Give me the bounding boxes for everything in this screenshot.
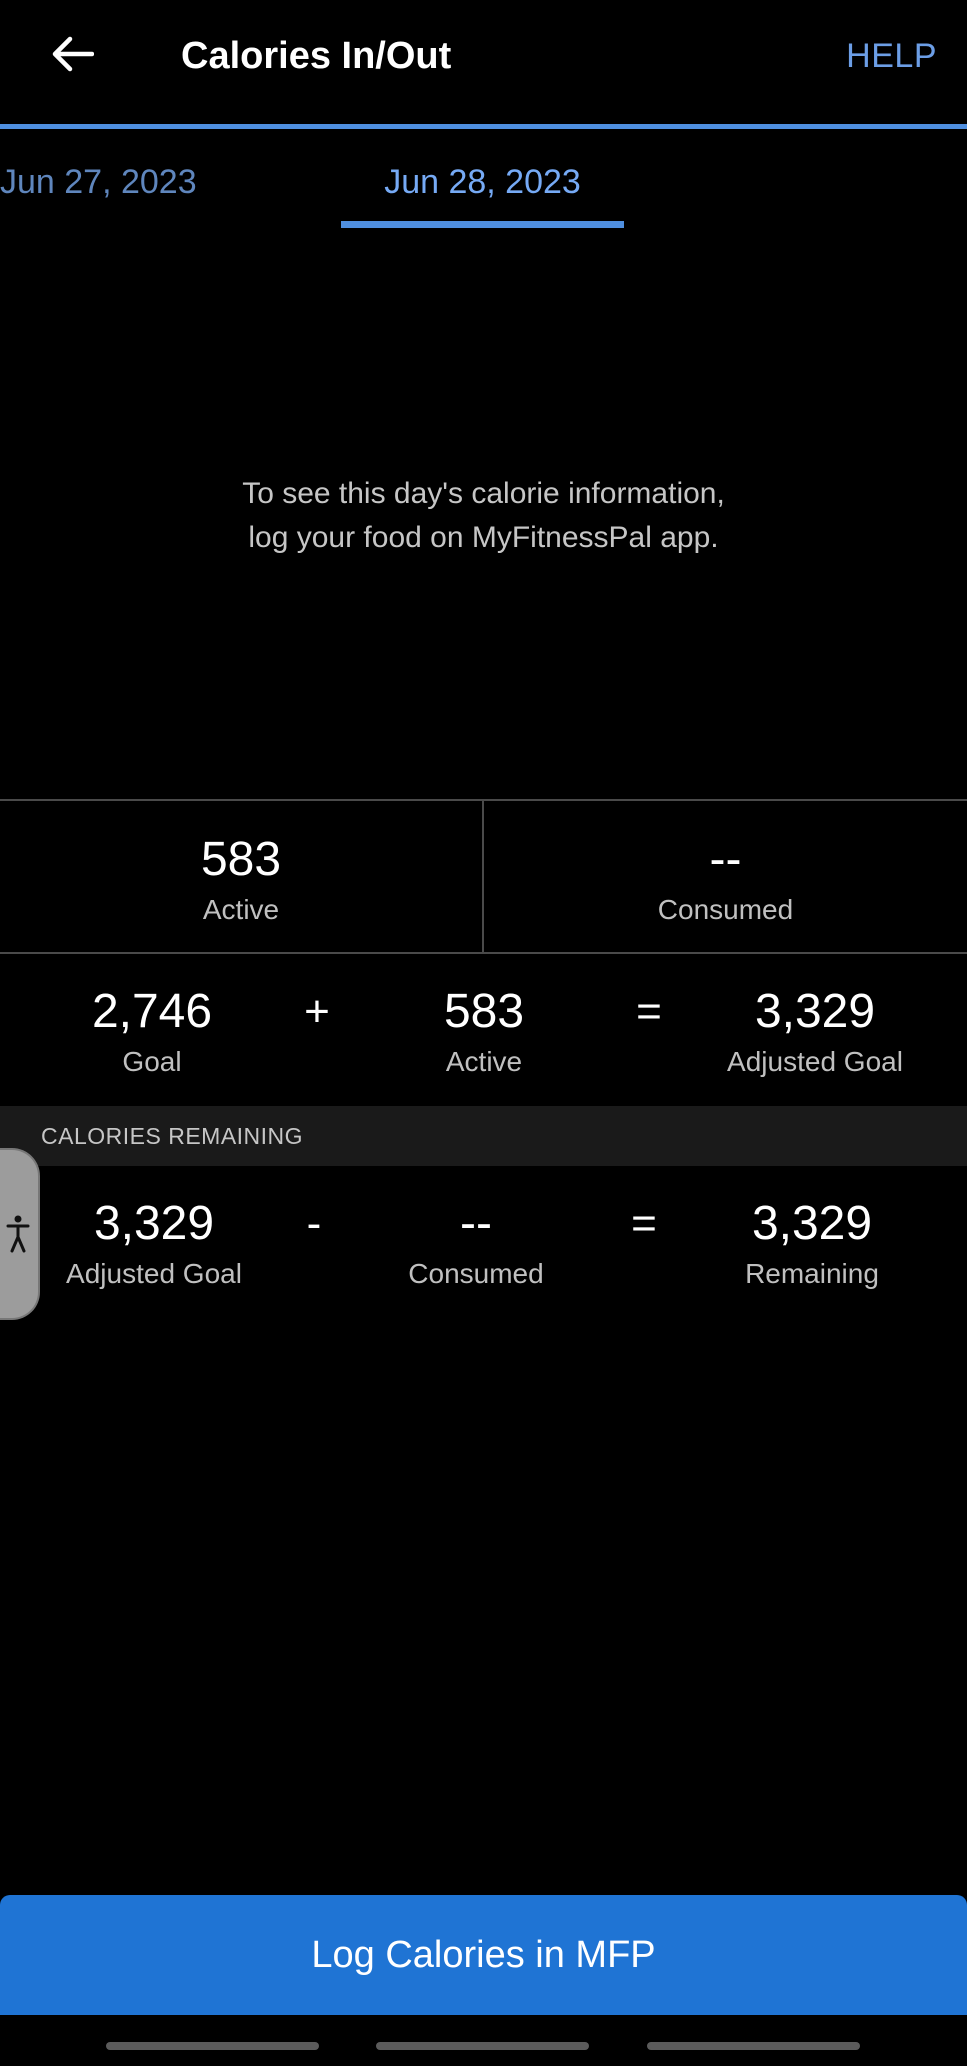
nav-gesture-bar-left <box>106 2042 319 2050</box>
calories-remaining-label: CALORIES REMAINING <box>41 1123 304 1149</box>
goal-stat: 2,746 Goal <box>52 982 252 1082</box>
nav-gesture-bar-right <box>647 2042 860 2050</box>
remaining-value: 3,329 <box>751 1197 873 1250</box>
minus-operator: - <box>306 1199 322 1248</box>
remaining-adjusted-goal-value: 3,329 <box>93 1197 215 1250</box>
accessibility-icon <box>6 1215 30 1253</box>
log-calories-label: Log Calories in MFP <box>311 1933 656 1976</box>
equals-operator: = <box>636 987 662 1036</box>
tab-indicator <box>341 221 624 228</box>
remaining-adjusted-goal-stat: 3,329 Adjusted Goal <box>44 1194 264 1294</box>
active-label: Active <box>445 1046 523 1077</box>
tab-previous-date[interactable]: Jun 27, 2023 <box>0 150 197 214</box>
goal-value: 2,746 <box>91 985 213 1038</box>
plus-operator: + <box>304 987 330 1036</box>
remaining-consumed-label: Consumed <box>408 1258 544 1289</box>
arrow-left-icon <box>52 36 94 72</box>
app-header: Calories In/Out HELP <box>0 0 967 124</box>
summary-active: 583 Active <box>0 830 482 930</box>
empty-state-line-1: To see this day's calorie information, <box>242 477 725 510</box>
summary-bottom-divider <box>0 952 967 954</box>
remaining-consumed-value: -- <box>460 1197 492 1250</box>
log-calories-button[interactable]: Log Calories in MFP <box>0 1895 967 2015</box>
summary-consumed-value: -- <box>709 833 742 886</box>
calories-remaining-header: CALORIES REMAINING <box>0 1106 967 1166</box>
remaining-label: Remaining <box>745 1258 879 1289</box>
adjusted-goal-label: Adjusted Goal <box>727 1046 903 1077</box>
remaining-stat: 3,329 Remaining <box>712 1194 912 1294</box>
goal-label: Goal <box>122 1046 182 1077</box>
active-value: 583 <box>443 985 525 1038</box>
back-button[interactable] <box>44 26 100 82</box>
active-stat: 583 Active <box>384 982 584 1082</box>
nav-gesture-bar-center <box>376 2042 589 2050</box>
header-divider <box>0 124 967 129</box>
summary-active-label: Active <box>202 894 280 925</box>
tab-current-date[interactable]: Jun 28, 2023 <box>341 150 624 214</box>
empty-state-message: To see this day's calorie information, l… <box>0 472 967 560</box>
adjusted-goal-value: 3,329 <box>754 985 876 1038</box>
remaining-consumed-stat: -- Consumed <box>376 1194 576 1294</box>
empty-state-line-2: log your food on MyFitnessPal app. <box>248 521 719 554</box>
equals-operator-2: = <box>631 1199 657 1248</box>
summary-consumed: -- Consumed <box>484 830 967 930</box>
help-button[interactable]: HELP <box>846 28 937 84</box>
summary-active-value: 583 <box>200 833 282 886</box>
page-title: Calories In/Out <box>181 35 452 77</box>
adjusted-goal-stat: 3,329 Adjusted Goal <box>700 982 930 1082</box>
remaining-adjusted-goal-label: Adjusted Goal <box>66 1258 242 1289</box>
accessibility-handle[interactable] <box>0 1148 40 1320</box>
summary-consumed-label: Consumed <box>657 894 794 925</box>
